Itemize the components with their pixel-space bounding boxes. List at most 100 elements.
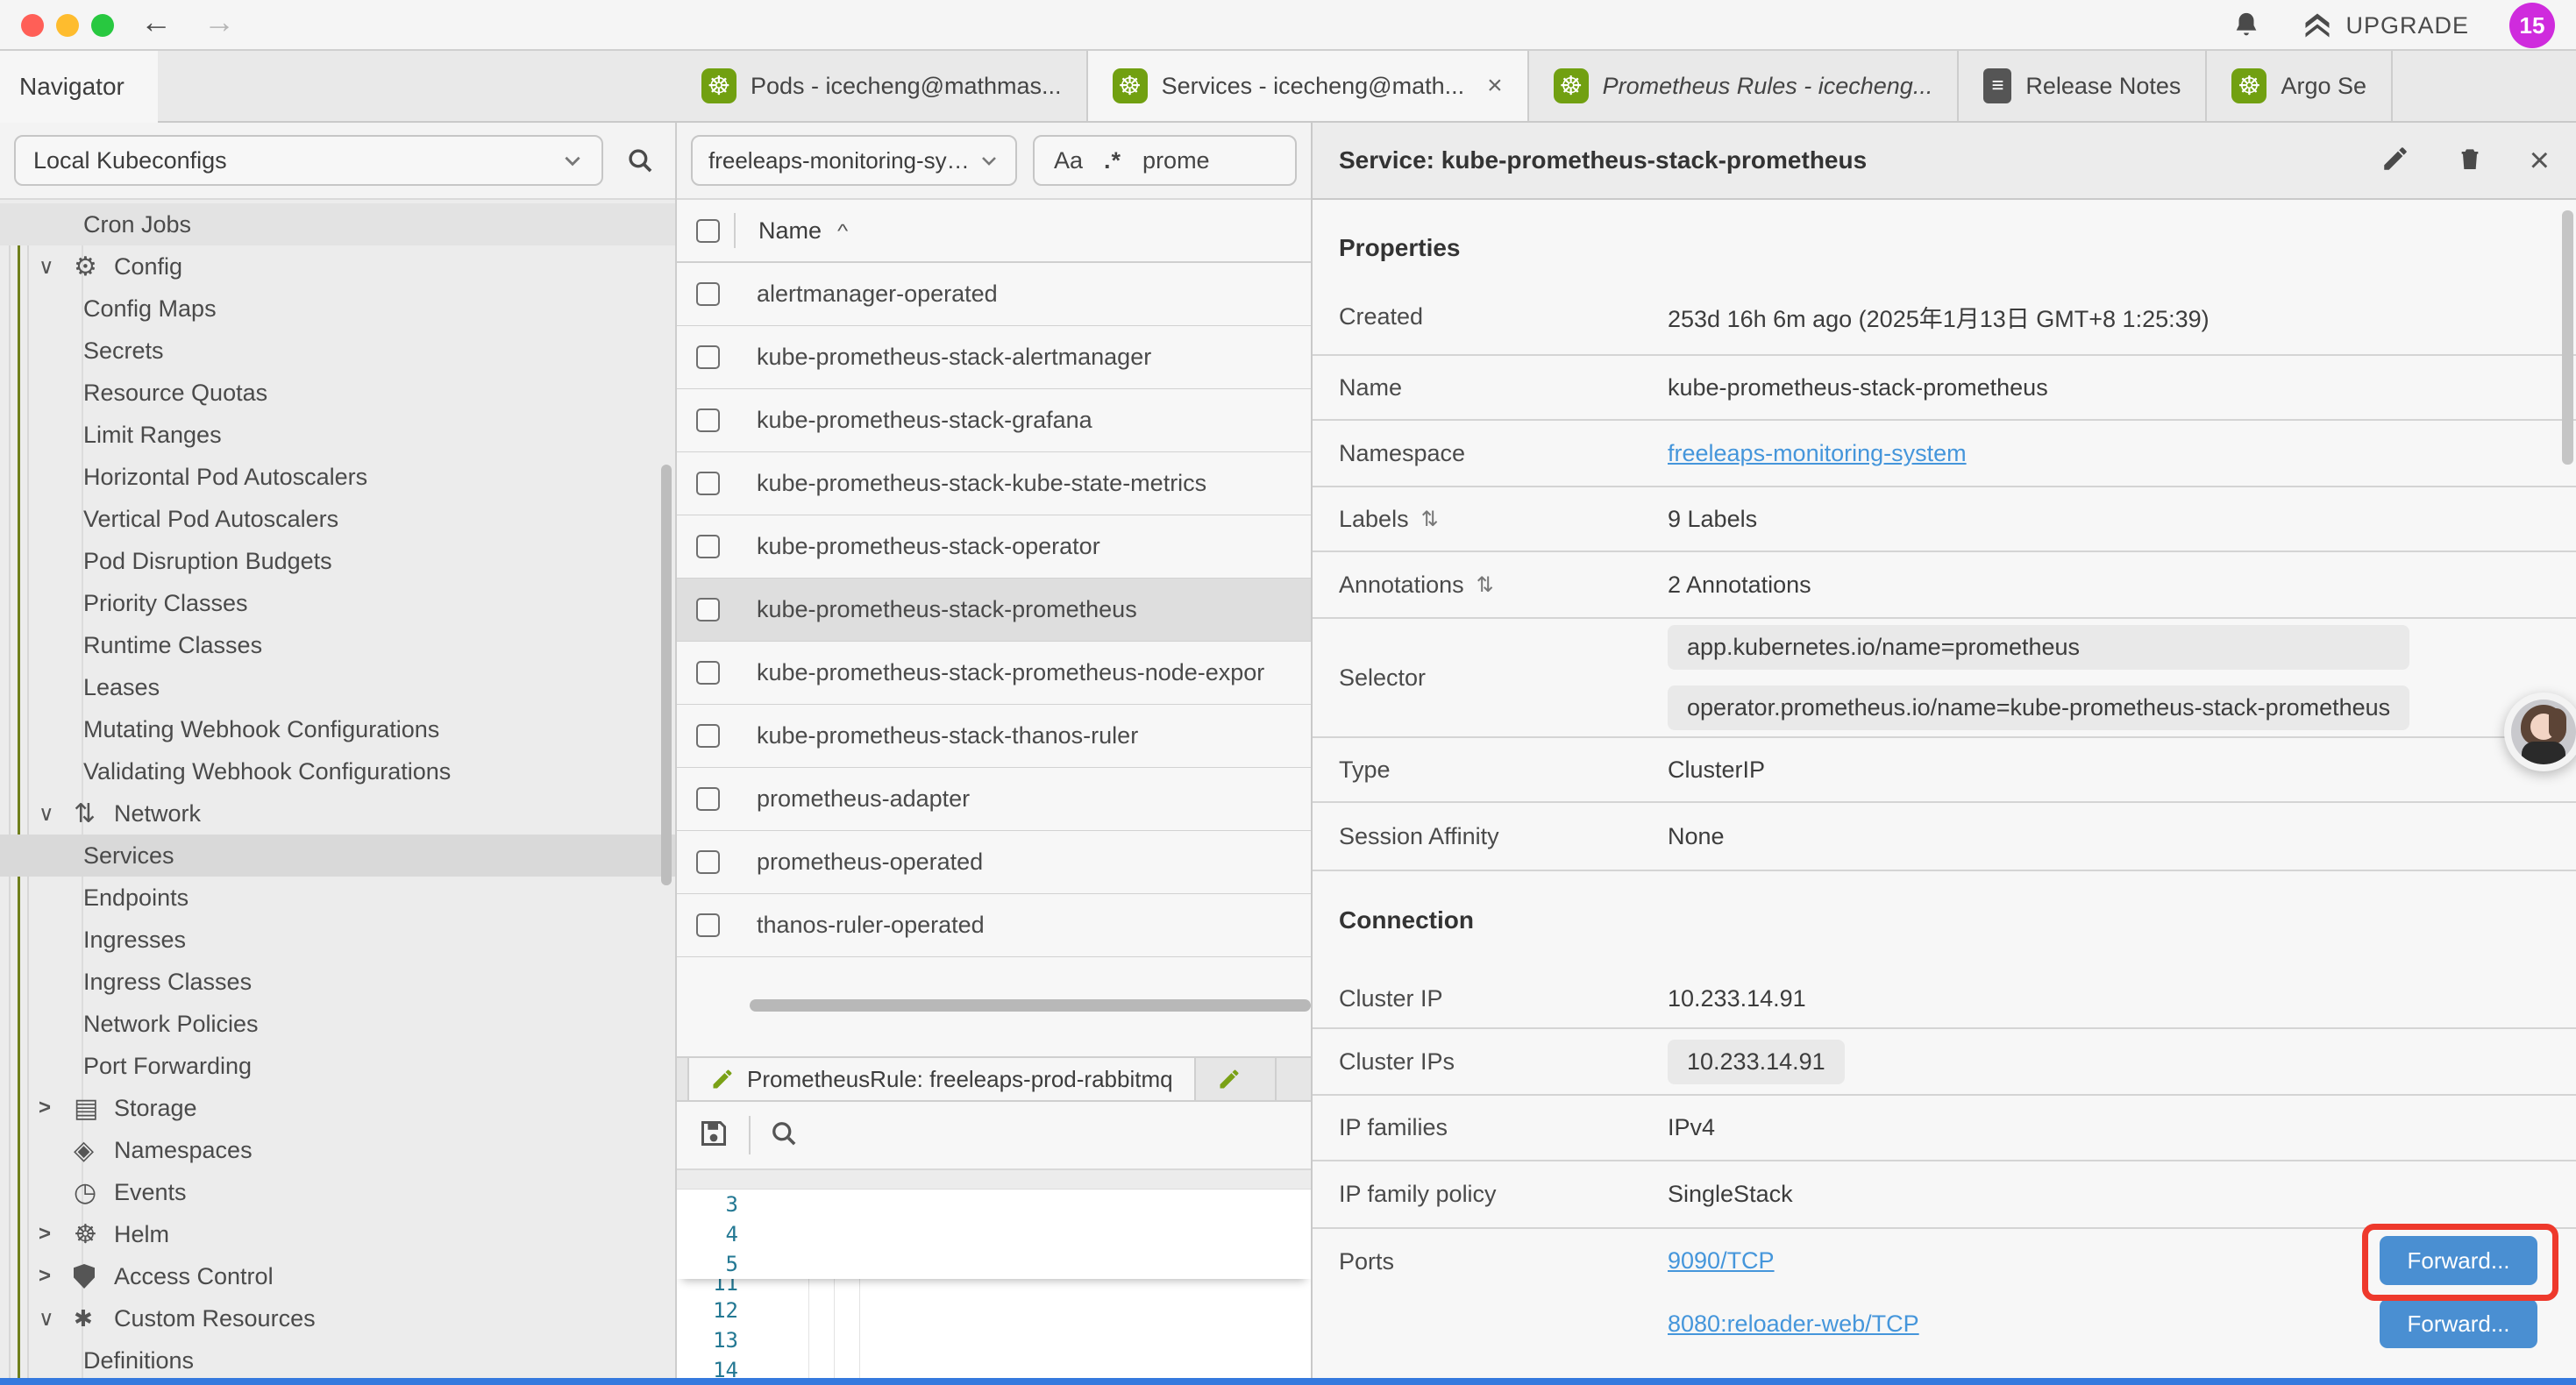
edit-pencil-icon[interactable] bbox=[2380, 144, 2410, 178]
sidebar-item[interactable]: Endpoints bbox=[0, 877, 675, 919]
editor-tab[interactable] bbox=[1196, 1058, 1277, 1100]
tree-chevron-icon[interactable] bbox=[39, 1255, 74, 1297]
close-window-button[interactable] bbox=[21, 14, 44, 37]
sidebar-item[interactable]: Helm bbox=[0, 1213, 675, 1255]
editor-tab[interactable]: PrometheusRule: freeleaps-prod-rabbitmq bbox=[687, 1058, 1196, 1100]
editor-search-button[interactable] bbox=[768, 1118, 800, 1154]
sidebar-item[interactable]: Ingresses bbox=[0, 919, 675, 961]
sidebar-item[interactable]: Leases bbox=[0, 666, 675, 708]
sidebar-item[interactable]: Validating Webhook Configurations bbox=[0, 750, 675, 792]
row-checkbox[interactable] bbox=[696, 850, 720, 874]
sidebar-item[interactable]: Events bbox=[0, 1171, 675, 1213]
sidebar-item[interactable]: Vertical Pod Autoscalers bbox=[0, 498, 675, 540]
sidebar-item[interactable]: Network Policies bbox=[0, 1003, 675, 1045]
expand-collapse-icon[interactable]: ⇅ bbox=[1421, 507, 1439, 532]
service-row[interactable]: prometheus-operated bbox=[677, 831, 1311, 894]
tree-chevron-icon[interactable] bbox=[39, 1171, 74, 1213]
code-line[interactable]: 5 bbox=[677, 1249, 1311, 1279]
document-tab[interactable]: Services - icecheng@math... × bbox=[1088, 51, 1529, 121]
close-icon[interactable]: × bbox=[2530, 143, 2550, 178]
assistant-avatar[interactable] bbox=[2504, 692, 2576, 771]
tree-chevron-icon[interactable] bbox=[39, 1129, 74, 1171]
document-tab[interactable]: Argo Se bbox=[2207, 51, 2393, 121]
sidebar-item[interactable]: Network bbox=[0, 792, 675, 835]
sidebar-item[interactable]: Priority Classes bbox=[0, 582, 675, 624]
port-link[interactable]: 9090/TCP bbox=[1668, 1247, 1775, 1275]
tree-chevron-icon[interactable] bbox=[39, 1087, 74, 1129]
port-link[interactable]: 8080:reloader-web/TCP bbox=[1668, 1310, 1919, 1338]
code-line[interactable]: 12 bbox=[677, 1296, 1311, 1325]
sidebar-item[interactable]: Cron Jobs bbox=[0, 203, 675, 245]
sidebar-item[interactable]: Limit Ranges bbox=[0, 414, 675, 456]
row-checkbox[interactable] bbox=[696, 913, 720, 937]
code-line[interactable]: 13 bbox=[677, 1325, 1311, 1355]
sidebar-item[interactable]: Config bbox=[0, 245, 675, 288]
back-arrow-icon[interactable]: ← bbox=[140, 4, 172, 40]
forward-button[interactable]: Forward... bbox=[2380, 1299, 2537, 1348]
code-line[interactable]: 3 bbox=[677, 1190, 1311, 1219]
service-row[interactable]: kube-prometheus-stack-kube-state-metrics bbox=[677, 452, 1311, 515]
delete-trash-icon[interactable] bbox=[2456, 143, 2484, 179]
sidebar-item[interactable]: Secrets bbox=[0, 330, 675, 372]
notifications-bell-icon[interactable] bbox=[2231, 10, 2261, 41]
match-case-toggle[interactable]: Aa bbox=[1054, 147, 1083, 174]
sidebar-item[interactable]: Pod Disruption Budgets bbox=[0, 540, 675, 582]
tab-close-icon[interactable]: × bbox=[1487, 71, 1503, 101]
sidebar-item[interactable]: Custom Resources bbox=[0, 1297, 675, 1339]
sidebar-scrollbar[interactable] bbox=[661, 465, 672, 885]
yaml-editor[interactable]: 3 4 5 11 12 13 bbox=[677, 1190, 1311, 1385]
list-horizontal-scrollbar[interactable] bbox=[750, 999, 1311, 1012]
sort-asc-icon[interactable]: ^ bbox=[837, 220, 848, 242]
row-checkbox[interactable] bbox=[696, 598, 720, 621]
service-row[interactable]: kube-prometheus-stack-grafana bbox=[677, 389, 1311, 452]
sidebar-item[interactable]: Horizontal Pod Autoscalers bbox=[0, 456, 675, 498]
sidebar-item[interactable]: Services bbox=[0, 835, 675, 877]
tree-chevron-icon[interactable] bbox=[39, 792, 74, 835]
select-all-checkbox[interactable] bbox=[696, 219, 720, 243]
sidebar-search-icon[interactable] bbox=[619, 146, 661, 175]
sidebar-item[interactable]: Namespaces bbox=[0, 1129, 675, 1171]
code-line[interactable]: 11 bbox=[677, 1279, 1311, 1296]
zoom-window-button[interactable] bbox=[91, 14, 114, 37]
row-checkbox[interactable] bbox=[696, 724, 720, 748]
service-row[interactable]: thanos-ruler-operated bbox=[677, 894, 1311, 957]
row-checkbox[interactable] bbox=[696, 535, 720, 558]
forward-button[interactable]: Forward... bbox=[2380, 1236, 2537, 1285]
tree-chevron-icon[interactable] bbox=[39, 1297, 74, 1339]
tree-chevron-icon[interactable] bbox=[39, 245, 74, 288]
name-filter-input[interactable]: Aa .* prome bbox=[1033, 135, 1297, 186]
sidebar-item[interactable]: Port Forwarding bbox=[0, 1045, 675, 1087]
row-checkbox[interactable] bbox=[696, 408, 720, 432]
row-checkbox[interactable] bbox=[696, 282, 720, 306]
namespace-select[interactable]: freeleaps-monitoring-system bbox=[691, 135, 1017, 186]
service-row[interactable]: alertmanager-operated bbox=[677, 263, 1311, 326]
row-checkbox[interactable] bbox=[696, 661, 720, 685]
sidebar-item[interactable]: Storage bbox=[0, 1087, 675, 1129]
kubeconfig-select[interactable]: Local Kubeconfigs bbox=[14, 135, 603, 186]
expand-collapse-icon[interactable]: ⇅ bbox=[1477, 572, 1494, 598]
tree-chevron-icon[interactable] bbox=[39, 1213, 74, 1255]
row-checkbox[interactable] bbox=[696, 787, 720, 811]
code-line[interactable]: 4 bbox=[677, 1219, 1311, 1249]
service-row[interactable]: kube-prometheus-stack-prometheus bbox=[677, 579, 1311, 642]
sidebar-item[interactable]: Mutating Webhook Configurations bbox=[0, 708, 675, 750]
upgrade-button[interactable]: UPGRADE bbox=[2302, 10, 2469, 41]
document-tab[interactable]: Prometheus Rules - icecheng... bbox=[1529, 51, 1960, 121]
service-row[interactable]: kube-prometheus-stack-operator bbox=[677, 515, 1311, 579]
sidebar-item[interactable]: Resource Quotas bbox=[0, 372, 675, 414]
service-row[interactable]: kube-prometheus-stack-prometheus-node-ex… bbox=[677, 642, 1311, 705]
row-checkbox[interactable] bbox=[696, 472, 720, 495]
sidebar-item[interactable]: Definitions bbox=[0, 1339, 675, 1381]
sidebar-item[interactable]: Runtime Classes bbox=[0, 624, 675, 666]
document-tab[interactable]: Release Notes bbox=[1959, 51, 2207, 121]
service-row[interactable]: kube-prometheus-stack-thanos-ruler bbox=[677, 705, 1311, 768]
minimize-window-button[interactable] bbox=[56, 14, 79, 37]
service-row[interactable]: kube-prometheus-stack-alertmanager bbox=[677, 326, 1311, 389]
document-tab[interactable]: Pods - icecheng@mathmas... bbox=[677, 51, 1088, 121]
forward-arrow-icon[interactable]: → bbox=[203, 4, 235, 40]
save-button[interactable] bbox=[696, 1116, 731, 1155]
service-row[interactable]: prometheus-adapter bbox=[677, 768, 1311, 831]
name-column-header[interactable]: Name bbox=[758, 217, 822, 245]
sidebar-item[interactable]: Ingress Classes bbox=[0, 961, 675, 1003]
sidebar-item[interactable]: Access Control bbox=[0, 1255, 675, 1297]
